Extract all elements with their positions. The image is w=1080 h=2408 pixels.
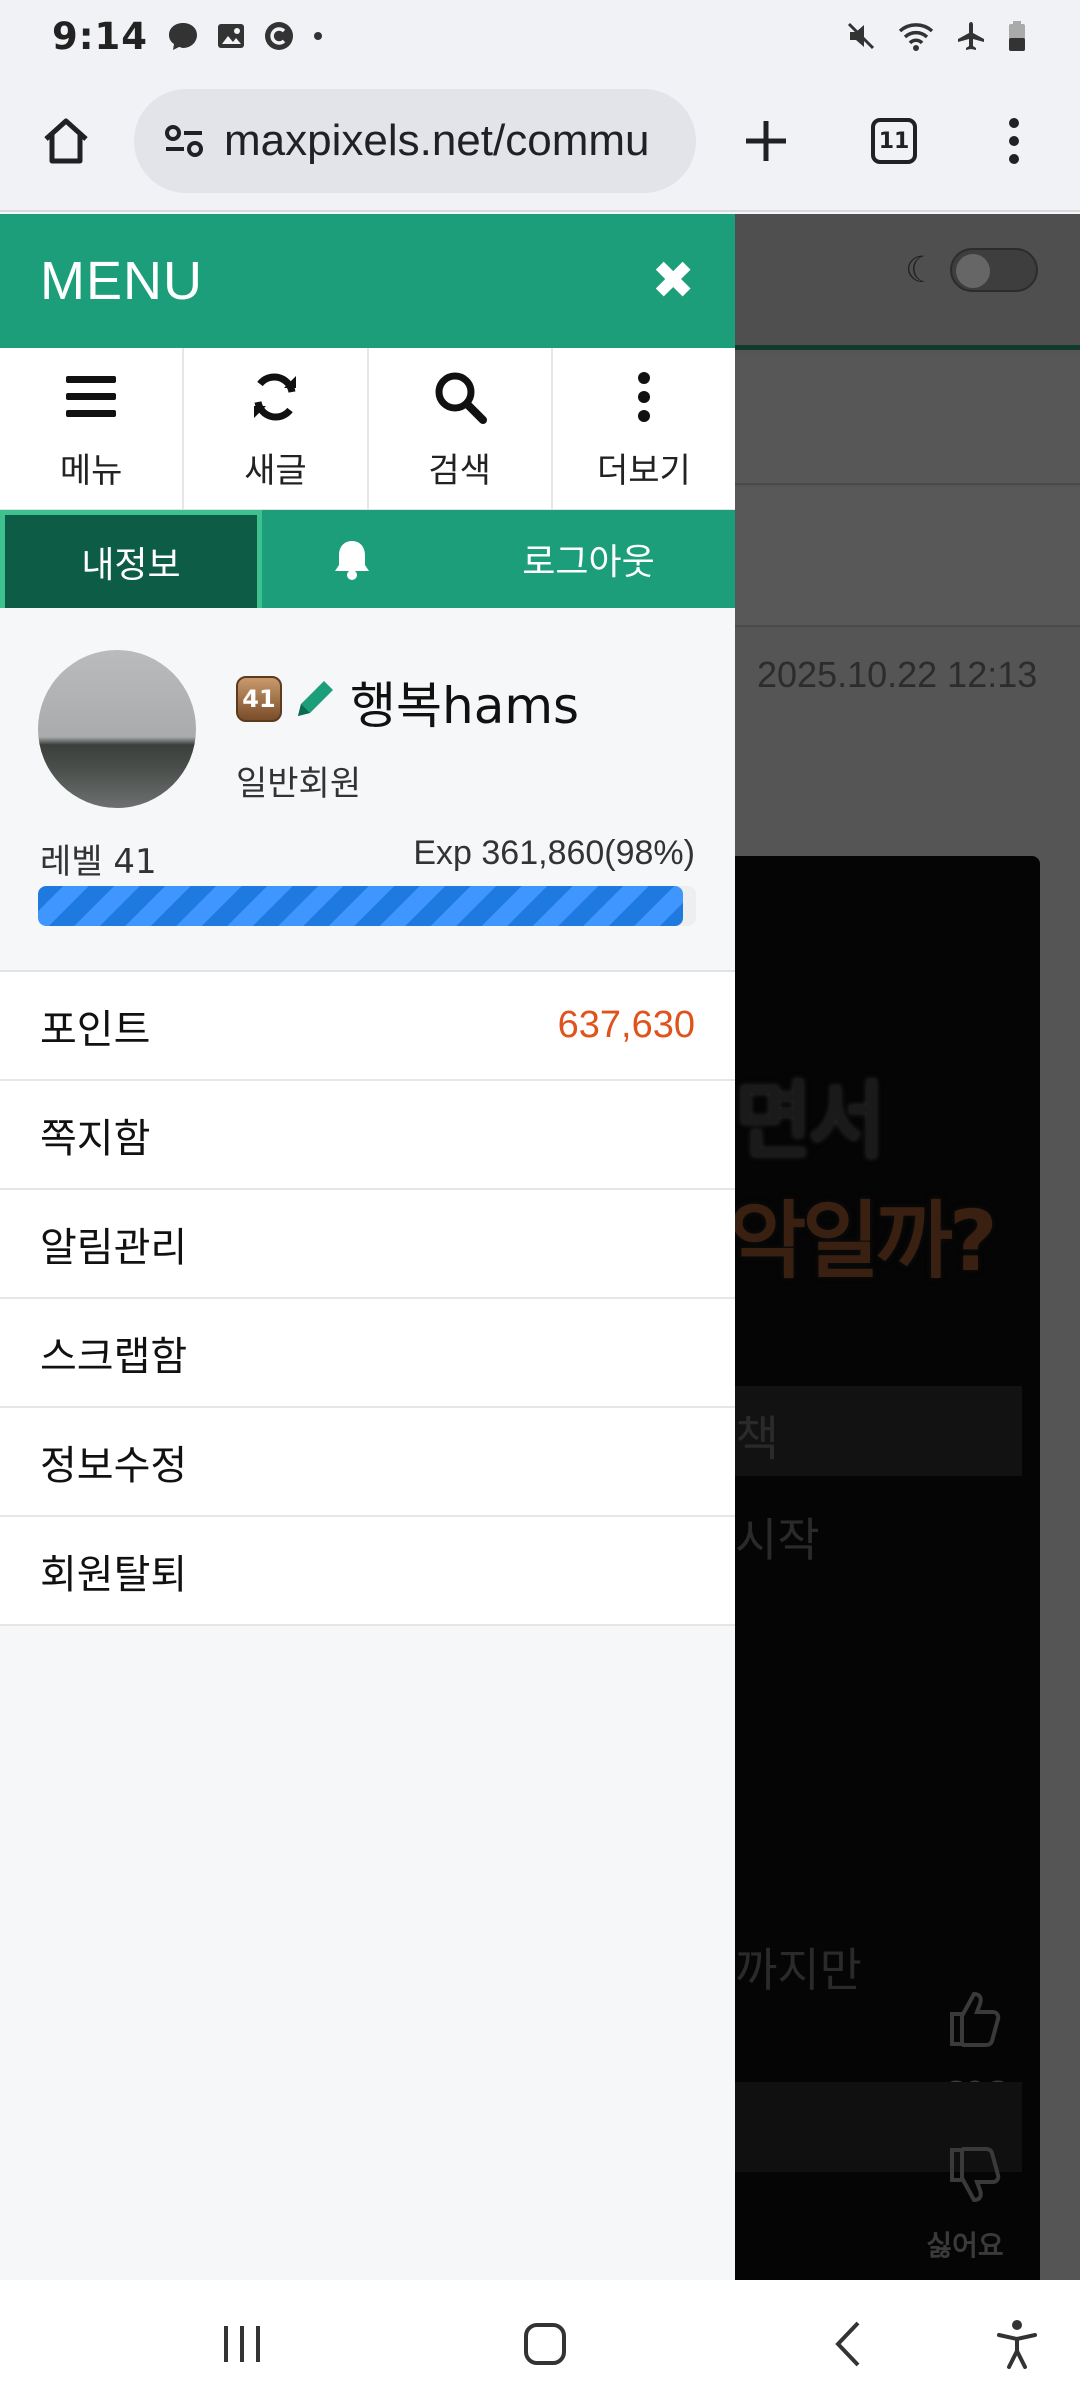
battery-icon [1009,21,1025,51]
search-icon [435,372,487,424]
quick-label: 메뉴 [59,451,123,491]
nickname: 행복hams [350,677,580,735]
menu-header: MENU ✖ [0,214,735,348]
pencil-icon[interactable] [292,674,338,722]
accessibility-button[interactable] [980,2280,1054,2408]
bg-row [735,487,1080,627]
tab-my-info[interactable]: 내정보 [0,510,262,608]
screen: 9:14 maxpixels.net/commu 11 ☾ 2025.10.22… [0,0,1080,2408]
messenger-icon [169,23,198,50]
exp-progress-fill [38,886,683,926]
menu-item-notification-settings[interactable]: 알림관리 [0,1190,735,1299]
airplane-icon [958,22,984,50]
bg-video-text: 까지만 [735,1943,862,1997]
bg-row [735,355,1080,485]
home-nav-icon [524,2323,566,2365]
level-badge: 41 [236,676,282,722]
browser-toolbar: maxpixels.net/commu 11 [0,72,1080,212]
dot-icon [314,32,323,40]
points-value: 637,630 [557,1004,695,1046]
status-left-icons [166,19,326,53]
bg-video-text: 악일까? [735,1192,998,1290]
more-vertical-icon [1009,118,1019,164]
more-vertical-icon [637,372,650,422]
menu-item-edit-profile[interactable]: 정보수정 [0,1408,735,1517]
recents-icon [224,2326,260,2362]
bg-video-text: 시작 [735,1513,820,1567]
menu-item-label: 쪽지함 [40,1115,151,1162]
recents-button[interactable] [200,2280,284,2408]
avatar[interactable] [38,650,196,808]
menu-item-label: 스크랩함 [40,1333,188,1380]
new-tab-button[interactable] [706,81,826,201]
site-settings-icon[interactable] [162,119,206,163]
bg-video-text: 책 [735,1411,780,1467]
tab-switcher-button[interactable]: 11 [834,81,954,201]
tab-count: 11 [871,118,917,164]
menu-item-messages[interactable]: 쪽지함 [0,1081,735,1190]
close-icon[interactable]: ✖ [651,251,695,311]
dislike-label: 싫어요 [926,2229,1004,2262]
moon-icon: ☾ [905,250,938,291]
menu-tabs: 내정보 로그아웃 [0,510,735,608]
exp-text: Exp 361,860(98%) [413,834,695,872]
system-nav-bar [0,2280,1080,2408]
refresh-icon [254,373,297,421]
exp-progress-bar [38,886,696,926]
quick-new-posts-button[interactable]: 새글 [184,348,369,509]
back-icon [835,2321,860,2367]
bell-icon [335,541,369,580]
quick-menu-button[interactable]: 메뉴 [0,348,185,509]
menu-item-points[interactable]: 포인트 637,630 [0,972,735,1081]
background-page-overlay[interactable]: ☾ 2025.10.22 12:13 면서 악일까? 책 시작 까지만 606 … [735,214,1080,2280]
status-time: 9:14 [52,14,149,58]
menu-item-label: 정보수정 [40,1442,188,1489]
bg-post-date: 2025.10.22 12:13 [757,654,1038,695]
quick-actions: 메뉴 새글 검색 더보기 [0,348,735,510]
menu-item-scraps[interactable]: 스크랩함 [0,1299,735,1408]
dark-mode-toggle[interactable] [950,248,1038,292]
thumbs-up-icon [950,1991,1001,2047]
browser-menu-button[interactable] [954,81,1074,201]
quick-label: 검색 [428,451,491,491]
home-nav-button[interactable] [500,2280,590,2408]
side-menu: MENU ✖ 메뉴 새글 검색 더보기 내정보 로그아웃 41 행복hams 일… [0,214,735,2280]
tab-logout[interactable]: 로그아웃 [442,510,735,608]
status-bar: 9:14 [0,0,1080,72]
member-grade: 일반회원 [236,764,362,804]
bg-video-text: 면서 [735,1072,886,1170]
menu-item-label: 알림관리 [40,1224,188,1271]
menu-item-withdraw[interactable]: 회원탈퇴 [0,1517,735,1626]
status-right-icons [844,19,1028,53]
menu-item-label: 포인트 [40,1006,151,1053]
plus-icon [746,121,786,161]
menu-title: MENU [40,251,203,311]
thumbs-down-icon [950,2147,1001,2203]
tab-notifications[interactable] [262,510,442,608]
mute-icon [847,22,875,50]
wifi-icon [898,23,934,51]
accessibility-icon [997,2320,1037,2369]
hamburger-icon [66,376,117,417]
quick-search-button[interactable]: 검색 [369,348,553,509]
menu-item-label: 회원탈퇴 [40,1551,188,1598]
c-app-icon [265,22,294,50]
image-icon [218,24,245,48]
url-bar[interactable]: maxpixels.net/commu [134,89,696,193]
profile-card: 41 행복hams 일반회원 레벨 41 Exp 361,860(98%) [0,608,735,972]
back-button[interactable] [810,2280,884,2408]
url-text: maxpixels.net/commu [224,116,650,165]
menu-list: 포인트 637,630 쪽지함 알림관리 스크랩함 정보수정 회원탈퇴 [0,972,735,1626]
quick-label: 새글 [244,451,307,491]
quick-label: 더보기 [596,451,691,491]
home-icon [44,118,88,164]
level-text: 레벨 41 [40,842,157,882]
bg-header: ☾ [735,214,1080,350]
home-button[interactable] [6,81,126,201]
quick-more-button[interactable]: 더보기 [553,348,735,509]
